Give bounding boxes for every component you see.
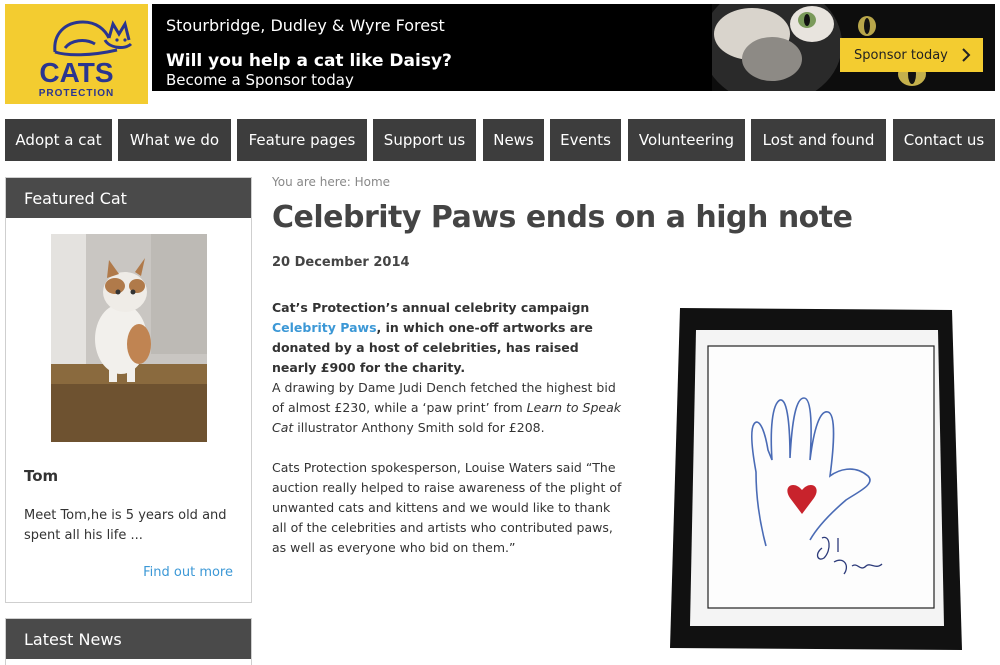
featured-cat-name: Tom (24, 467, 59, 485)
featured-cat-heading: Featured Cat (6, 178, 251, 218)
latest-news-heading: Latest News (6, 619, 251, 659)
logo-subtitle: PROTECTION (38, 88, 115, 99)
featured-cat-photo[interactable] (51, 234, 207, 442)
nav-what-we-do[interactable]: What we do (118, 119, 231, 161)
nav-feature-pages[interactable]: Feature pages (237, 119, 367, 161)
celebrity-paws-link[interactable]: Celebrity Paws (272, 320, 377, 335)
nav-contact-us[interactable]: Contact us (893, 119, 995, 161)
lead-text-start: Cat’s Protection’s annual celebrity camp… (272, 300, 590, 315)
sponsor-banner[interactable]: Stourbridge, Dudley & Wyre Forest Will y… (152, 4, 995, 91)
find-out-more-link[interactable]: Find out more (143, 565, 233, 580)
judi-dench-artwork-photo (662, 300, 968, 658)
banner-subline: Become a Sponsor today (166, 71, 354, 89)
latest-news-panel: Latest News (5, 618, 252, 665)
nav-volunteering[interactable]: Volunteering (628, 119, 745, 161)
nav-support-us[interactable]: Support us (373, 119, 476, 161)
article-date: 20 December 2014 (272, 255, 410, 270)
sponsor-button-label: Sponsor today (854, 47, 948, 63)
featured-cat-description: Meet Tom,he is 5 years old and spent all… (24, 508, 227, 543)
nav-lost-and-found[interactable]: Lost and found (751, 119, 886, 161)
article-lead: Cat’s Protection’s annual celebrity camp… (272, 298, 627, 378)
nav-adopt-a-cat[interactable]: Adopt a cat (5, 119, 112, 161)
sponsor-today-button[interactable]: Sponsor today (840, 38, 983, 72)
nav-news[interactable]: News (483, 119, 544, 161)
logo-wordmark: CATS (39, 57, 114, 88)
breadcrumb[interactable]: You are here: Home (272, 175, 390, 189)
article-paragraph-2: Cats Protection spokesperson, Louise Wat… (272, 460, 622, 555)
article-title: Celebrity Paws ends on a high note (272, 200, 853, 235)
banner-location: Stourbridge, Dudley & Wyre Forest (166, 16, 445, 35)
banner-headline: Will you help a cat like Daisy? (166, 51, 452, 71)
article-paragraph-1: A drawing by Dame Judi Dench fetched the… (272, 378, 627, 438)
article-body: Cat’s Protection’s annual celebrity camp… (272, 298, 627, 578)
paragraph-1-end: illustrator Anthony Smith sold for £208. (293, 420, 545, 435)
chevron-right-icon (962, 48, 971, 62)
cats-protection-logo[interactable]: CATS PROTECTION (5, 4, 148, 104)
nav-events[interactable]: Events (550, 119, 621, 161)
featured-cat-panel: Featured Cat Tom Meet Tom,he is 5 years … (5, 177, 252, 603)
